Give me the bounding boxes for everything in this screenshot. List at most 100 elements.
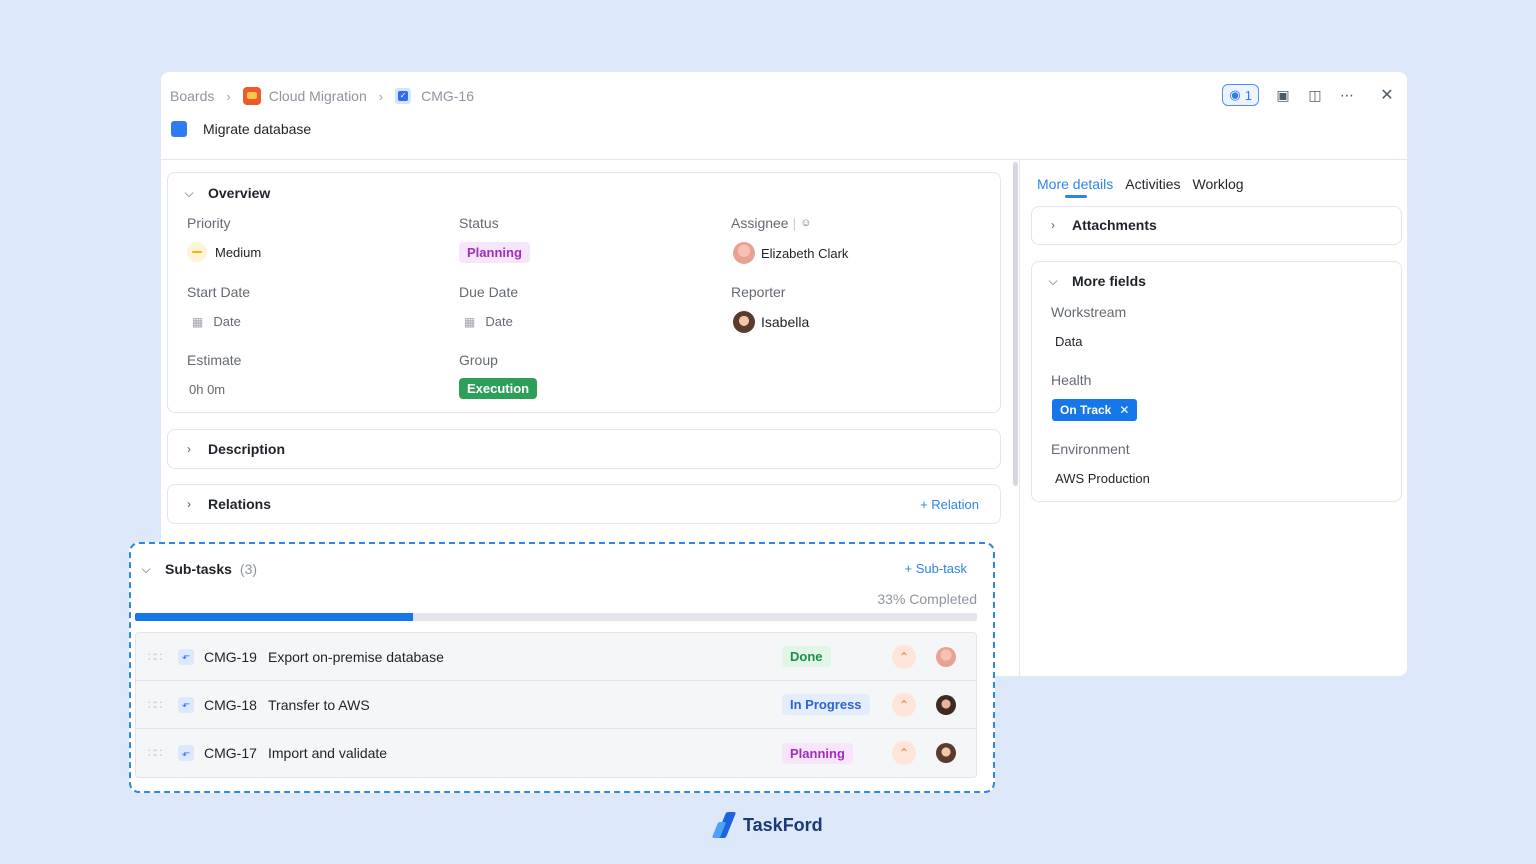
workstream-value[interactable]: Data (1055, 334, 1082, 349)
reporter-field[interactable]: Isabella (733, 311, 809, 333)
add-relation-button[interactable]: + Relation (920, 497, 979, 512)
overview-header[interactable]: ⌵ Overview (182, 185, 270, 201)
split-view-icon[interactable]: ◫ (1307, 87, 1323, 104)
status-badge[interactable]: Planning (782, 742, 853, 764)
label-divider: | (792, 215, 797, 231)
health-tag: On Track ✕ (1052, 399, 1138, 421)
subtask-row[interactable]: ∷∷ ⬐ CMG-18 Transfer to AWS In Progress … (136, 681, 976, 729)
drag-handle-icon[interactable]: ∷∷ (148, 650, 162, 664)
picture-in-picture-icon[interactable]: ▣ (1275, 87, 1291, 104)
close-icon[interactable]: ✕ (1119, 403, 1129, 417)
chevron-right-icon: › (187, 497, 191, 511)
more-fields-header[interactable]: ⌵ More fields (1046, 273, 1145, 289)
attachments-section[interactable]: › Attachments (1031, 206, 1402, 245)
more-options-icon[interactable]: ⋯ (1339, 87, 1355, 104)
subtasks-heading: Sub-tasks (165, 561, 232, 577)
group-badge: Execution (459, 378, 538, 399)
environment-value[interactable]: AWS Production (1055, 471, 1150, 486)
chevron-right-icon: › (1051, 218, 1055, 232)
priority-field[interactable]: Medium (187, 242, 261, 262)
calendar-icon: ▦ (464, 314, 476, 329)
progress-text: 33% Completed (877, 591, 977, 607)
calendar-icon: ▦ (192, 314, 204, 329)
status-label: Status (459, 215, 499, 231)
estimate-field[interactable]: 0h 0m (189, 382, 225, 397)
subtasks-section: ⌵ Sub-tasks (3) + Sub-task 33% Completed… (129, 542, 995, 793)
reporter-label: Reporter (731, 284, 786, 300)
close-icon[interactable]: ✕ (1379, 85, 1395, 105)
brand-name: TaskFord (743, 814, 823, 835)
avatar[interactable] (936, 694, 956, 715)
assignee-field[interactable]: Elizabeth Clark (733, 242, 848, 264)
overview-heading: Overview (208, 185, 271, 201)
high-priority-icon[interactable]: ⌃ (892, 644, 916, 669)
breadcrumb-task-key[interactable]: CMG-16 (421, 88, 474, 104)
status-badge[interactable]: Done (782, 646, 831, 667)
task-title[interactable]: Migrate database (203, 121, 311, 137)
avatar[interactable] (936, 646, 956, 667)
attachments-header[interactable]: › Attachments (1046, 217, 1157, 233)
high-priority-icon[interactable]: ⌃ (892, 692, 916, 717)
avatar[interactable] (936, 743, 956, 763)
chevron-right-icon: › (226, 88, 231, 104)
due-date-value: Date (485, 314, 513, 329)
avatar (733, 311, 755, 333)
high-priority-icon[interactable]: ⌃ (892, 741, 916, 765)
project-icon (242, 87, 261, 105)
subtask-title[interactable]: Export on-premise database (268, 649, 444, 665)
subtask-row[interactable]: ∷∷ ⬐ CMG-17 Import and validate Planning… (136, 729, 976, 777)
progress-bar (135, 613, 977, 621)
tab-more-details[interactable]: More details (1037, 176, 1113, 198)
overview-section: ⌵ Overview Priority Medium Status Planni… (167, 172, 1001, 413)
task-type-icon (171, 121, 187, 137)
subtask-title[interactable]: Import and validate (268, 745, 387, 761)
subtask-key[interactable]: CMG-17 (204, 745, 257, 761)
checkbox-icon: ✓ (395, 88, 412, 104)
health-value: On Track (1060, 403, 1112, 417)
due-date-field[interactable]: ▦ Date (464, 314, 513, 329)
subtask-title[interactable]: Transfer to AWS (268, 697, 370, 713)
health-field[interactable]: On Track ✕ (1052, 399, 1138, 421)
start-date-value: Date (213, 314, 241, 329)
status-field[interactable]: Planning (459, 242, 530, 263)
subtask-icon: ⬐ (178, 696, 194, 713)
priority-value: Medium (215, 244, 262, 260)
breadcrumb-project[interactable]: Cloud Migration (269, 88, 367, 104)
subtask-key[interactable]: CMG-18 (204, 697, 257, 713)
description-header[interactable]: › Description (182, 441, 285, 457)
medium-priority-icon (187, 242, 207, 262)
relations-header[interactable]: › Relations (182, 496, 271, 512)
header-actions: ◉ 1 ▣ ◫ ⋯ ✕ (1222, 84, 1395, 106)
drag-handle-icon[interactable]: ∷∷ (148, 746, 162, 760)
taskford-logo-icon (715, 812, 737, 838)
description-section[interactable]: › Description (167, 429, 1001, 469)
subtask-list: ∷∷ ⬐ CMG-19 Export on-premise database D… (135, 632, 977, 778)
eye-icon: ◉ (1229, 87, 1241, 102)
relations-section[interactable]: › Relations + Relation (167, 484, 1001, 524)
tab-worklog[interactable]: Worklog (1193, 176, 1244, 192)
group-label: Group (459, 352, 498, 368)
start-date-field[interactable]: ▦ Date (192, 314, 241, 329)
plus-icon: + (920, 497, 932, 512)
tab-activities[interactable]: Activities (1125, 176, 1180, 192)
drag-handle-icon[interactable]: ∷∷ (148, 698, 162, 712)
status-badge[interactable]: In Progress (782, 694, 870, 715)
task-header: Boards › Cloud Migration › ✓ CMG-16 Migr… (161, 72, 1407, 160)
add-subtask-label: Sub-task (915, 561, 967, 576)
panel-divider (1019, 160, 1020, 676)
status-badge: Planning (459, 242, 530, 263)
breadcrumb-boards[interactable]: Boards (170, 88, 214, 104)
assign-user-icon[interactable]: ☺ (800, 217, 811, 229)
watchers-count: 1 (1244, 87, 1252, 103)
subtask-row[interactable]: ∷∷ ⬐ CMG-19 Export on-premise database D… (136, 633, 976, 681)
subtasks-header[interactable]: ⌵ Sub-tasks (3) (139, 561, 257, 577)
watch-button[interactable]: ◉ 1 (1222, 84, 1259, 106)
group-field[interactable]: Execution (459, 378, 538, 399)
add-subtask-button[interactable]: + Sub-task (904, 561, 967, 576)
chevron-down-icon: ⌵ (184, 185, 194, 200)
add-relation-label: Relation (931, 497, 979, 512)
subtask-key[interactable]: CMG-19 (204, 649, 257, 665)
scrollbar[interactable] (1013, 162, 1018, 486)
progress-bar-fill (135, 613, 413, 621)
description-heading: Description (208, 441, 286, 457)
